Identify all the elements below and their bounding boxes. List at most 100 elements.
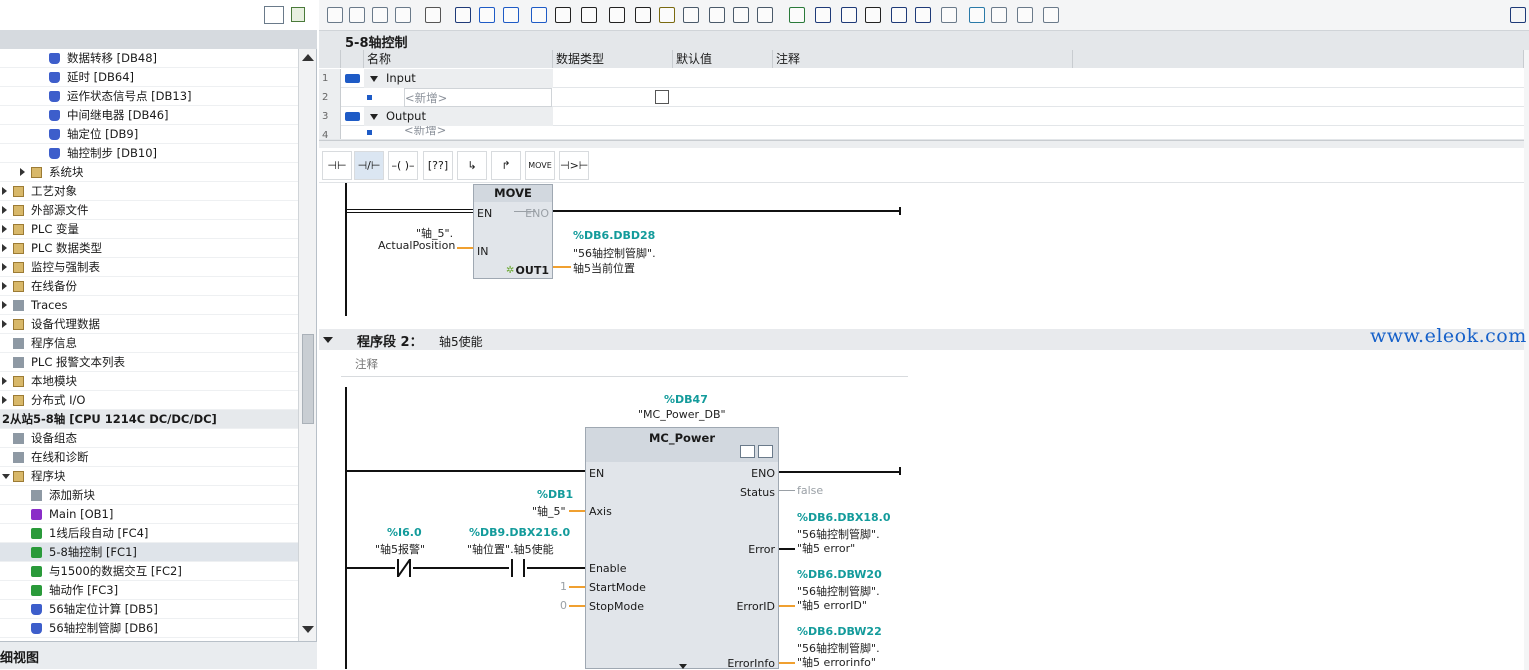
toolbar-button-icon[interactable] bbox=[395, 7, 411, 23]
network2-title[interactable]: 轴5使能 bbox=[439, 333, 483, 350]
expand-down-icon[interactable] bbox=[370, 75, 378, 82]
tree-item[interactable]: 与1500的数据交互 [FC2] bbox=[0, 562, 298, 581]
status-value[interactable]: false bbox=[797, 484, 823, 497]
expand-right-icon[interactable] bbox=[20, 168, 25, 176]
maximize-icon[interactable] bbox=[1510, 7, 1526, 23]
toolbar-button-icon[interactable] bbox=[531, 7, 547, 23]
expand-right-icon[interactable] bbox=[2, 301, 7, 309]
collapse-icon[interactable] bbox=[323, 337, 333, 343]
tree-item[interactable]: 轴控制步 [DB10] bbox=[0, 144, 298, 163]
toolbar-button-icon[interactable] bbox=[659, 7, 675, 23]
toolbar-button-icon[interactable] bbox=[915, 7, 931, 23]
add-output-icon[interactable]: ✲ bbox=[506, 265, 514, 276]
expand-down-icon[interactable] bbox=[370, 113, 378, 120]
toolbar-button-icon[interactable] bbox=[757, 7, 773, 23]
expand-right-icon[interactable] bbox=[2, 263, 7, 271]
type-cell[interactable] bbox=[553, 69, 673, 88]
tree-item[interactable]: 添加新块 bbox=[0, 486, 298, 505]
tree-item[interactable]: PLC 数据类型 bbox=[0, 239, 298, 258]
toolbar-button-icon[interactable] bbox=[815, 7, 831, 23]
expand-right-icon[interactable] bbox=[2, 282, 7, 290]
toolbar-button-icon[interactable] bbox=[941, 7, 957, 23]
toolbar-button-icon[interactable] bbox=[969, 7, 985, 23]
toolbar-button-icon[interactable] bbox=[733, 7, 749, 23]
tree-item[interactable]: 设备代理数据 bbox=[0, 315, 298, 334]
block-icon[interactable] bbox=[740, 445, 755, 458]
interface-row[interactable]: 4 <新增> bbox=[319, 126, 1524, 140]
no-contact-button[interactable]: ⊣⊢ bbox=[322, 151, 352, 180]
toolbar-button-icon[interactable] bbox=[479, 7, 495, 23]
mc-power-box[interactable]: MC_Power EN Axis Enable StartMode StopMo… bbox=[585, 427, 779, 670]
tree-item[interactable]: 外部源文件 bbox=[0, 201, 298, 220]
move-button[interactable]: MOVE bbox=[525, 151, 555, 180]
empty-box-button[interactable]: [??] bbox=[423, 151, 453, 180]
toolbar-button-icon[interactable] bbox=[349, 7, 365, 23]
section-name-cell[interactable]: Input bbox=[364, 69, 553, 88]
network2-comment[interactable]: 注释 bbox=[355, 356, 378, 372]
scroll-down-icon[interactable] bbox=[302, 626, 314, 633]
scroll-up-icon[interactable] bbox=[302, 54, 314, 61]
tree-item[interactable]: 系统块 bbox=[0, 163, 298, 182]
in-tag-line2[interactable]: ActualPosition bbox=[378, 239, 455, 252]
toolbar-button-icon[interactable] bbox=[635, 7, 651, 23]
expand-down-icon[interactable] bbox=[2, 474, 10, 483]
coil-button[interactable]: –( )– bbox=[388, 151, 418, 180]
toolbar-button-icon[interactable] bbox=[555, 7, 571, 23]
tree-item[interactable]: 5-8轴控制 [FC1] bbox=[0, 543, 298, 562]
tree-item[interactable]: 56轴定位计算 [DB5] bbox=[0, 600, 298, 619]
toolbar-button-icon[interactable] bbox=[709, 7, 725, 23]
expand-right-icon[interactable] bbox=[2, 206, 7, 214]
expand-right-icon[interactable] bbox=[2, 244, 7, 252]
export-icon[interactable] bbox=[291, 7, 305, 22]
toolbar-button-icon[interactable] bbox=[1043, 7, 1059, 23]
out-tag-line2[interactable]: 轴5当前位置 bbox=[573, 260, 635, 276]
col-type-header[interactable]: 数据类型 bbox=[553, 50, 673, 68]
col-default-header[interactable]: 默认值 bbox=[673, 50, 773, 68]
expand-right-icon[interactable] bbox=[2, 187, 7, 195]
tree-item[interactable]: 分布式 I/O bbox=[0, 391, 298, 410]
tree-item[interactable]: 2从站5-8轴 [CPU 1214C DC/DC/DC] bbox=[0, 410, 298, 429]
interface-row[interactable]: 3 Output bbox=[319, 107, 1524, 126]
expand-right-icon[interactable] bbox=[2, 377, 7, 385]
toolbar-button-icon[interactable] bbox=[841, 7, 857, 23]
interface-row[interactable]: 2 <新增> bbox=[319, 88, 1524, 107]
tree-item[interactable]: 本地模块 bbox=[0, 372, 298, 391]
contact1-address[interactable]: %I6.0 bbox=[387, 526, 422, 539]
no-contact[interactable] bbox=[509, 559, 527, 577]
close-branch-button[interactable]: ↱ bbox=[491, 151, 521, 180]
toolbar-button-icon[interactable] bbox=[891, 7, 907, 23]
contact2-address[interactable]: %DB9.DBX216.0 bbox=[469, 526, 570, 539]
expand-pins-icon[interactable] bbox=[679, 664, 687, 669]
toolbar-button-icon[interactable] bbox=[865, 7, 881, 23]
tree-item[interactable]: PLC 变量 bbox=[0, 220, 298, 239]
tree-item[interactable]: 程序信息 bbox=[0, 334, 298, 353]
expand-right-icon[interactable] bbox=[2, 225, 7, 233]
stopmode-value[interactable]: 0 bbox=[560, 599, 567, 612]
tree-item[interactable]: 监控与强制表 bbox=[0, 258, 298, 277]
detail-view-header[interactable]: 细视图 bbox=[0, 641, 317, 669]
errorinfo-address[interactable]: %DB6.DBW22 bbox=[797, 625, 882, 638]
tree-item[interactable]: 运作状态信号点 [DB13] bbox=[0, 87, 298, 106]
compare-contact-button[interactable]: ⊣>⊢ bbox=[559, 151, 589, 180]
toolbar-button-icon[interactable] bbox=[609, 7, 625, 23]
tree-item[interactable]: 轴定位 [DB9] bbox=[0, 125, 298, 144]
interface-splitter[interactable] bbox=[319, 140, 1529, 148]
toolbar-button-icon[interactable] bbox=[327, 7, 343, 23]
tree-item[interactable]: 延时 [DB64] bbox=[0, 68, 298, 87]
instance-address[interactable]: %DB47 bbox=[664, 393, 708, 406]
toolbar-button-icon[interactable] bbox=[581, 7, 597, 23]
tree-item[interactable]: 1线后段自动 [FC4] bbox=[0, 524, 298, 543]
type-picker-icon[interactable] bbox=[655, 88, 671, 107]
interface-row[interactable]: 1 Input bbox=[319, 69, 1524, 88]
out-address[interactable]: %DB6.DBD28 bbox=[573, 229, 655, 242]
col-name-header[interactable]: 名称 bbox=[364, 50, 553, 68]
startmode-value[interactable]: 1 bbox=[560, 580, 567, 593]
tree-item[interactable]: 在线备份 bbox=[0, 277, 298, 296]
errorid-tag2[interactable]: "轴5 errorID" bbox=[797, 597, 867, 613]
tree-item[interactable]: 程序块 bbox=[0, 467, 298, 486]
toolbar-button-icon[interactable] bbox=[1017, 7, 1033, 23]
contact1-tag[interactable]: "轴5报警" bbox=[375, 541, 425, 557]
axis-tag[interactable]: "轴_5" bbox=[532, 503, 566, 519]
tree-item[interactable]: Main [OB1] bbox=[0, 505, 298, 524]
toolbar-button-icon[interactable] bbox=[372, 7, 388, 23]
